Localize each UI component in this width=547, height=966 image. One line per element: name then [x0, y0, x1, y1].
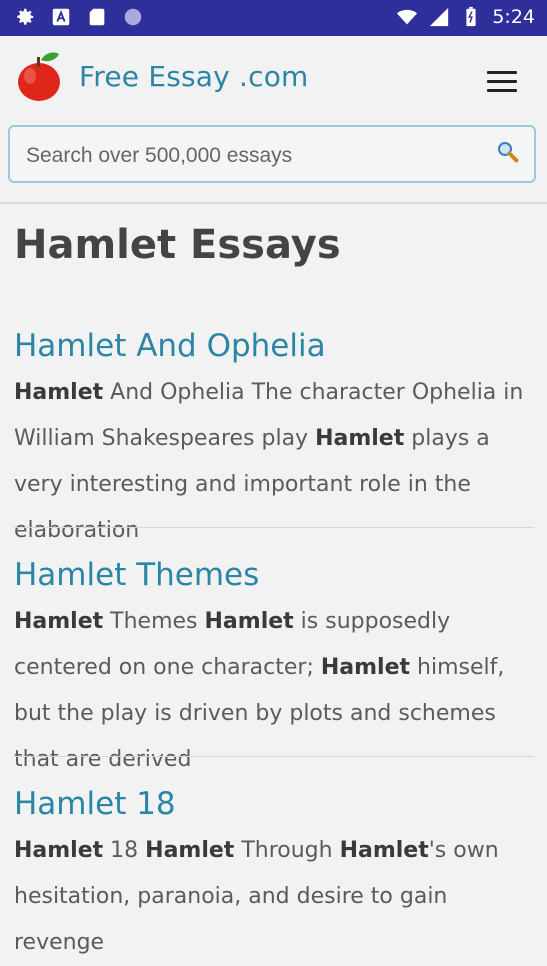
essay-item: Hamlet 18 Hamlet 18 Hamlet Through Hamle…	[14, 786, 534, 966]
brand-name[interactable]: Free Essay .com	[79, 60, 309, 93]
search-input[interactable]	[24, 137, 488, 175]
magnifier-icon[interactable]	[496, 140, 520, 164]
status-icons-left	[14, 6, 144, 28]
circle-icon	[124, 8, 142, 26]
status-bar: 5:24	[0, 0, 547, 36]
wifi-icon	[397, 9, 418, 25]
snippet-keyword: Hamlet	[14, 609, 104, 634]
snippet-keyword: Hamlet	[145, 838, 235, 863]
hamburger-menu-icon[interactable]	[487, 71, 517, 93]
a-icon	[52, 8, 70, 26]
essay-divider	[14, 527, 534, 528]
essay-title-link[interactable]: Hamlet Themes	[14, 557, 534, 593]
battery-icon	[466, 6, 476, 27]
gear-icon	[17, 8, 34, 25]
essay-divider	[14, 756, 534, 757]
snippet-keyword: Hamlet	[14, 380, 104, 405]
header-divider	[0, 202, 547, 204]
snippet-keyword: Hamlet	[14, 838, 104, 863]
status-icons-right: 5:24	[396, 6, 535, 28]
snippet-keyword: Hamlet	[204, 609, 294, 634]
snippet-keyword: Hamlet	[315, 426, 405, 451]
signal-icon	[430, 7, 449, 27]
site-header: Free Essay .com	[0, 36, 547, 122]
essay-title-link[interactable]: Hamlet And Ophelia	[14, 328, 534, 364]
page-title: Hamlet Essays	[14, 222, 341, 268]
snippet-keyword: Hamlet	[320, 655, 411, 680]
essay-snippet: Hamlet 18 Hamlet Through Hamlet's own he…	[14, 838, 499, 955]
status-time: 5:24	[492, 6, 535, 28]
snippet-keyword: Hamlet	[339, 838, 429, 863]
essay-item: Hamlet And Ophelia Hamlet And Ophelia Th…	[14, 328, 534, 554]
search-box	[8, 125, 536, 183]
sd-card-icon	[89, 8, 105, 26]
essay-item: Hamlet Themes Hamlet Themes Hamlet is su…	[14, 557, 534, 783]
apple-icon[interactable]	[14, 48, 64, 102]
essay-title-link[interactable]: Hamlet 18	[14, 786, 534, 822]
